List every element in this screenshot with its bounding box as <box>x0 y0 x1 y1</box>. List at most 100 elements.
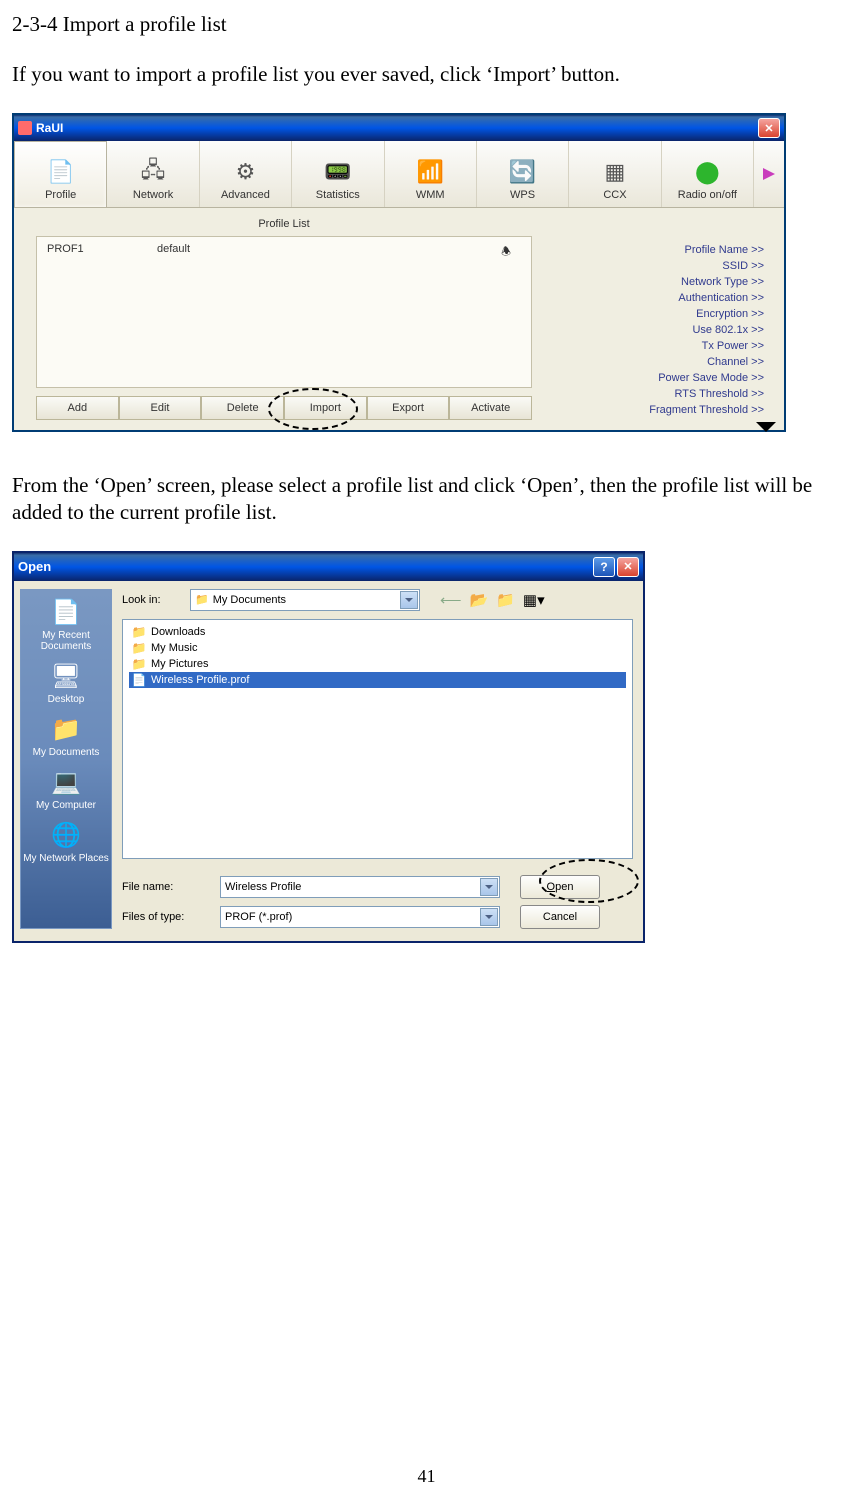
collapse-arrow-icon[interactable] <box>756 422 776 432</box>
paragraph-2: From the ‘Open’ screen, please select a … <box>12 472 841 525</box>
filename-field[interactable]: Wireless Profile <box>220 876 500 898</box>
raui-body: Profile List PROF1 default 🕭 Add Edit De… <box>14 208 784 430</box>
add-button[interactable]: Add <box>36 396 119 420</box>
file-icon: 📄 <box>131 673 147 687</box>
list-item[interactable]: 📁 Downloads <box>129 624 626 640</box>
toolbar-advanced[interactable]: ⚙ Advanced <box>200 141 292 207</box>
mydocs-icon: 📁 <box>48 713 84 747</box>
btn-rest: pen <box>555 881 573 893</box>
export-button[interactable]: Export <box>367 396 450 420</box>
detail-ssid: SSID >> <box>544 258 764 274</box>
lookin-combo[interactable]: 📁 My Documents <box>190 589 420 611</box>
toolbar-label: Profile <box>45 189 76 201</box>
detail-network-type: Network Type >> <box>544 274 764 290</box>
sidebar-item-label: My Recent Documents <box>21 630 111 652</box>
chevron-down-icon[interactable] <box>480 908 498 926</box>
folder-icon: 📁 <box>131 641 147 655</box>
detail-channel: Channel >> <box>544 354 764 370</box>
ccx-icon: ▦ <box>598 157 632 187</box>
close-icon[interactable]: ✕ <box>758 118 780 138</box>
list-item[interactable]: 📁 My Music <box>129 640 626 656</box>
sidebar-mydocs[interactable]: 📁 My Documents <box>33 713 100 758</box>
open-button[interactable]: Open <box>520 875 600 899</box>
toolbar-label: Advanced <box>221 189 270 201</box>
raui-toolbar: 📄 Profile 🖧 Network ⚙ Advanced 📟 Statist… <box>14 141 784 208</box>
file-name: Wireless Profile.prof <box>151 674 249 686</box>
page-number: 41 <box>418 1466 436 1487</box>
toolbar-label: Network <box>133 189 173 201</box>
edit-button[interactable]: Edit <box>119 396 202 420</box>
places-sidebar: 📄 My Recent Documents 🖥 Desktop 📁 My Doc… <box>20 589 112 929</box>
detail-powersave: Power Save Mode >> <box>544 370 764 386</box>
filetype-value: PROF (*.prof) <box>225 911 292 923</box>
computer-icon: 💻 <box>48 766 84 800</box>
toolbar-wmm[interactable]: 📶 WMM <box>385 141 477 207</box>
nav-icons: ⟵ 📂 📁 ▦▾ <box>440 591 545 609</box>
sidebar-network[interactable]: 🌐 My Network Places <box>23 819 109 864</box>
detail-encryption: Encryption >> <box>544 306 764 322</box>
profile-name: PROF1 <box>47 243 157 262</box>
wmm-icon: 📶 <box>413 157 447 187</box>
detail-8021x: Use 802.1x >> <box>544 322 764 338</box>
raui-window: RaUI ✕ 📄 Profile 🖧 Network ⚙ Advanced 📟 … <box>12 113 786 432</box>
up-folder-icon[interactable]: 📂 <box>470 591 489 609</box>
cancel-button[interactable]: Cancel <box>520 905 600 929</box>
detail-profile-name: Profile Name >> <box>544 242 764 258</box>
toolbar-radio[interactable]: ⬤ Radio on/off <box>662 141 754 207</box>
profile-row[interactable]: PROF1 default 🕭 <box>37 237 531 268</box>
sidebar-recent[interactable]: 📄 My Recent Documents <box>21 596 111 652</box>
toolbar-label: Statistics <box>316 189 360 201</box>
activate-button[interactable]: Activate <box>449 396 532 420</box>
toolbar-label: CCX <box>603 189 626 201</box>
filetype-combo[interactable]: PROF (*.prof) <box>220 906 500 928</box>
file-list[interactable]: 📁 Downloads 📁 My Music 📁 My Pictures 📄 W… <box>122 619 633 859</box>
open-body: 📄 My Recent Documents 🖥 Desktop 📁 My Doc… <box>14 581 643 941</box>
lookin-label: Look in: <box>122 594 182 606</box>
profile-ssid: default <box>157 243 267 262</box>
toolbar-wps[interactable]: 🔄 WPS <box>477 141 569 207</box>
file-name: My Pictures <box>151 658 208 670</box>
bottom-rows: File name: Wireless Profile Open Files o… <box>122 869 633 929</box>
folder-icon: 📁 <box>131 657 147 671</box>
sidebar-item-label: My Computer <box>36 800 96 811</box>
help-icon[interactable]: ? <box>593 557 615 577</box>
filetype-row: Files of type: PROF (*.prof) Cancel <box>122 905 633 929</box>
toolbar-network[interactable]: 🖧 Network <box>107 141 199 207</box>
network-icon: 🖧 <box>136 157 170 187</box>
advanced-icon: ⚙ <box>228 157 262 187</box>
paragraph-1: If you want to import a profile list you… <box>12 61 841 87</box>
chevron-down-icon[interactable] <box>480 878 498 896</box>
filename-row: File name: Wireless Profile Open <box>122 875 633 899</box>
profile-list-label: Profile List <box>24 218 544 230</box>
list-item[interactable]: 📁 My Pictures <box>129 656 626 672</box>
signal-icon: 🕭 <box>501 243 511 262</box>
lookin-value: My Documents <box>213 594 286 606</box>
open-titlebar: Open ? ✕ <box>14 553 643 581</box>
new-folder-icon[interactable]: 📁 <box>496 591 515 609</box>
profile-icon: 📄 <box>44 157 78 187</box>
sidebar-item-label: Desktop <box>48 694 85 705</box>
toolbar-label: WPS <box>510 189 535 201</box>
list-item[interactable]: 📄 Wireless Profile.prof <box>129 672 626 688</box>
toolbar-ccx[interactable]: ▦ CCX <box>569 141 661 207</box>
sidebar-item-label: My Network Places <box>23 853 109 864</box>
raui-titlebar: RaUI ✕ <box>14 115 784 141</box>
toolbar-more-arrow[interactable] <box>754 141 784 207</box>
delete-button[interactable]: Delete <box>201 396 284 420</box>
raui-title: RaUI <box>36 121 63 135</box>
view-menu-icon[interactable]: ▦▾ <box>523 591 545 609</box>
back-icon[interactable]: ⟵ <box>440 591 462 609</box>
profile-list-box[interactable]: PROF1 default 🕭 <box>36 236 532 388</box>
sidebar-desktop[interactable]: 🖥 Desktop <box>48 660 85 705</box>
details-panel: Profile Name >> SSID >> Network Type >> … <box>544 218 774 420</box>
chevron-down-icon[interactable] <box>400 591 418 609</box>
open-main-area: Look in: 📁 My Documents ⟵ 📂 📁 ▦▾ 📁 Downl… <box>112 589 633 929</box>
detail-authentication: Authentication >> <box>544 290 764 306</box>
detail-rts: RTS Threshold >> <box>544 386 764 402</box>
toolbar-profile[interactable]: 📄 Profile <box>14 141 107 207</box>
close-icon[interactable]: ✕ <box>617 557 639 577</box>
raui-app-icon <box>18 121 32 135</box>
import-button[interactable]: Import <box>284 396 367 420</box>
sidebar-mycomputer[interactable]: 💻 My Computer <box>36 766 96 811</box>
toolbar-statistics[interactable]: 📟 Statistics <box>292 141 384 207</box>
